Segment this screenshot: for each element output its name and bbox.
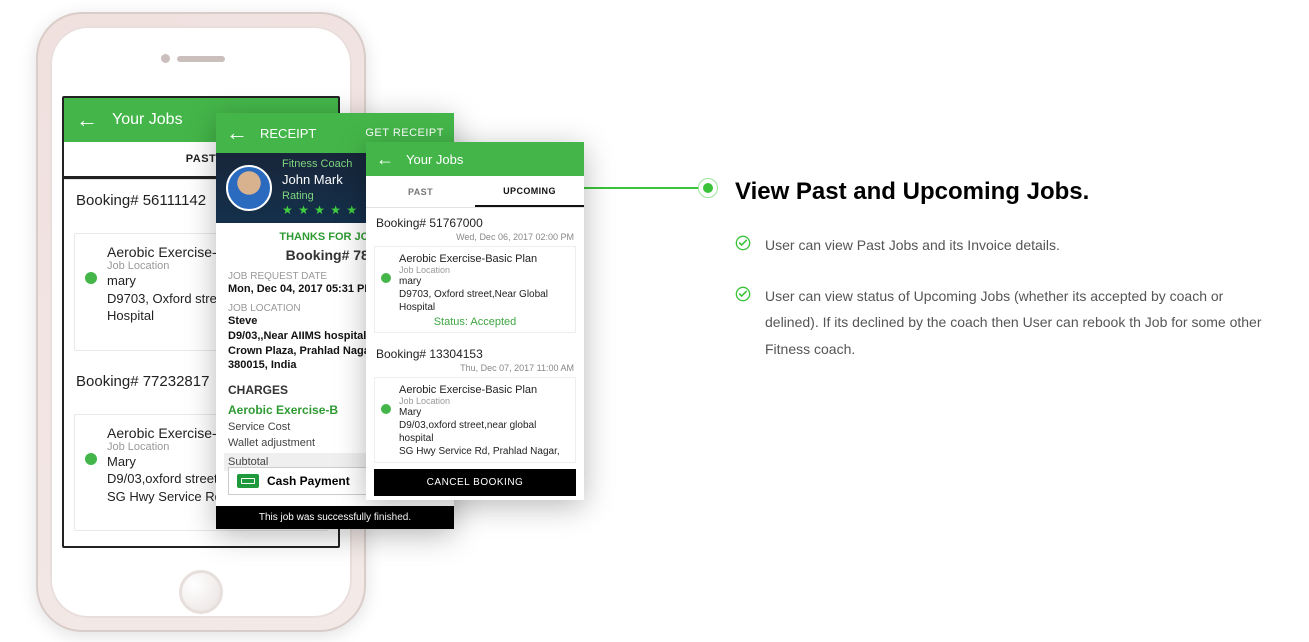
connector-line [582,187,702,189]
tab-past[interactable]: PAST [366,176,475,207]
header-title: Your Jobs [406,152,463,167]
star-icon: ★ ★ ★ ★ ★ [282,203,358,219]
customer-name: mary [399,275,569,288]
address: D9/03,oxford street,near global hospital… [399,419,569,458]
app-header: ← Your Jobs [366,142,584,176]
booking-date: Thu, Dec 07, 2017 11:00 AM [366,363,584,377]
plan-name: Aerobic Exercise-Basic Plan [399,253,569,265]
status-dot-icon [85,272,97,284]
check-icon [735,286,751,302]
avatar [226,165,272,211]
cash-icon [237,474,259,488]
payment-label: Cash Payment [267,474,350,488]
coach-name: John Mark [282,172,358,189]
address: D9703, Oxford street,Near Global Hospita… [399,288,569,314]
tab-bar: PAST UPCOMING [366,176,584,208]
header-title: RECEIPT [260,126,316,141]
feature-block: View Past and Upcoming Jobs. User can vi… [735,178,1265,386]
booking-date: Wed, Dec 06, 2017 02:00 PM [366,232,584,246]
back-icon[interactable]: ← [376,150,394,168]
footer-toast: This job was successfully finished. [216,506,454,529]
status-dot-icon [381,404,391,414]
feature-bullet: User can view status of Upcoming Jobs (w… [735,283,1265,363]
customer-name: Mary [399,406,569,419]
feature-bullet-text: User can view status of Upcoming Jobs (w… [765,283,1265,363]
back-icon[interactable]: ← [76,109,98,131]
upcoming-screen: ← Your Jobs PAST UPCOMING Booking# 51767… [366,142,584,500]
status-dot-icon [85,453,97,465]
get-receipt-button[interactable]: GET RECEIPT [365,127,444,139]
booking-number: Booking# 51767000 [366,208,584,232]
connector-bullet [698,178,718,198]
status-dot-icon [381,273,391,283]
location-label: Job Location [399,265,569,275]
booking-card[interactable]: Aerobic Exercise-Basic Plan Job Location… [374,377,576,463]
feature-title: View Past and Upcoming Jobs. [735,178,1265,206]
location-label: Job Location [399,396,569,406]
booking-number: Booking# 13304153 [366,339,584,363]
feature-bullet-text: User can view Past Jobs and its Invoice … [765,232,1060,259]
rating-label: Rating [282,189,358,203]
home-button[interactable] [179,570,223,614]
check-icon [735,235,751,251]
feature-bullet: User can view Past Jobs and its Invoice … [735,232,1265,259]
tab-upcoming[interactable]: UPCOMING [475,176,584,207]
booking-card[interactable]: Aerobic Exercise-Basic Plan Job Location… [374,246,576,333]
phone-speaker [177,56,225,62]
coach-role: Fitness Coach [282,157,358,171]
cancel-booking-button[interactable]: CANCEL BOOKING [374,469,576,496]
phone-camera [161,54,170,63]
back-icon[interactable]: ← [226,122,248,144]
header-title: Your Jobs [112,111,183,129]
booking-number: Booking# 14705174 [64,541,338,548]
plan-name: Aerobic Exercise-Basic Plan [399,384,569,396]
status-text: Status: Accepted [381,316,569,328]
